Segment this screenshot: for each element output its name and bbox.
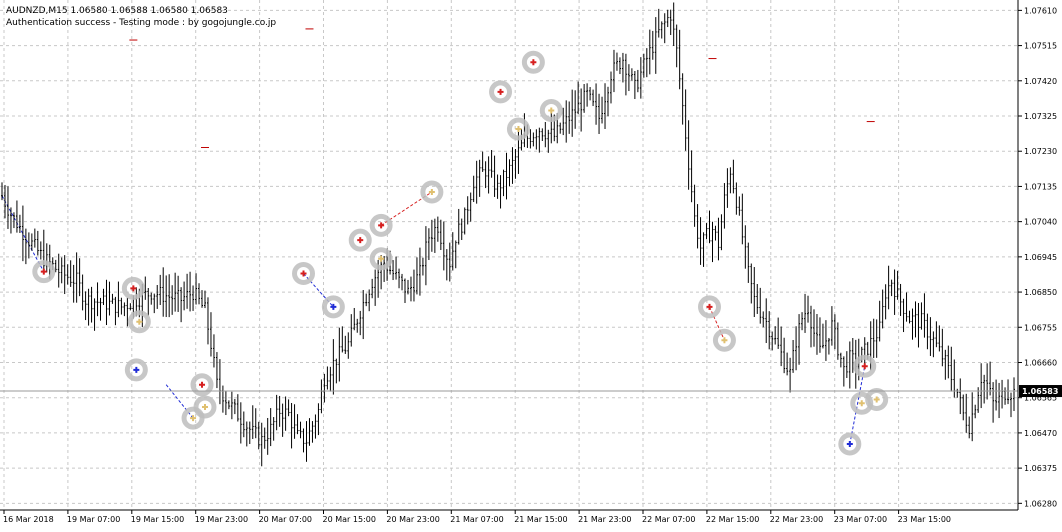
y-tick-label: 1.07135 xyxy=(1024,182,1057,191)
trade-marker-close xyxy=(548,107,555,114)
trade-markers xyxy=(32,50,889,456)
x-tick-label: 19 Mar 15:00 xyxy=(131,515,184,524)
trade-marker-buy xyxy=(706,303,713,310)
trade-marker-close xyxy=(136,318,143,325)
y-tick-label: 1.06755 xyxy=(1024,323,1057,332)
trade-marker-buy xyxy=(497,88,504,95)
trade-marker-buy-open xyxy=(133,366,140,373)
x-tick-label: 19 Mar 23:00 xyxy=(195,515,248,524)
symbol-ohlc-header: AUDNZD,M15 1.06580 1.06588 1.06580 1.065… xyxy=(6,6,228,16)
chart-window[interactable]: 1.06583 1.07610 1.07515 1.07420 1.07325 1.07… xyxy=(0,0,1062,532)
y-tick-label: 1.06565 xyxy=(1024,394,1057,403)
trade-marker-sell xyxy=(40,268,47,275)
y-tick-label: 1.06660 xyxy=(1024,358,1057,367)
y-tick-label: 1.06470 xyxy=(1024,429,1057,438)
grid xyxy=(0,0,1018,510)
trade-marker-close xyxy=(201,403,208,410)
trade-marker-close xyxy=(428,188,435,195)
x-tick-label: 19 Mar 07:00 xyxy=(67,515,120,524)
x-tick-label: 22 Mar 23:00 xyxy=(770,515,823,524)
current-price-line: 1.06583 xyxy=(0,385,1062,398)
trade-marker-buy-open xyxy=(846,441,853,448)
y-tick-label: 1.06280 xyxy=(1024,499,1057,508)
y-tick-label: 1.07515 xyxy=(1024,42,1057,51)
x-tick-label: 20 Mar 15:00 xyxy=(323,515,376,524)
x-tick-label: 21 Mar 23:00 xyxy=(578,515,631,524)
y-tick-label: 1.06375 xyxy=(1024,464,1057,473)
x-tick-label: 21 Mar 07:00 xyxy=(450,515,503,524)
y-tick-label: 1.07325 xyxy=(1024,112,1057,121)
y-tick-label: 1.07420 xyxy=(1024,77,1057,86)
ea-status-text: Authentication success - Testing mode : … xyxy=(6,18,277,28)
trade-marker-close xyxy=(858,400,865,407)
y-tick-label: 1.07230 xyxy=(1024,147,1057,156)
trade-marker-sell xyxy=(199,381,206,388)
x-tick-label: 23 Mar 07:00 xyxy=(834,515,887,524)
x-tick-label: 22 Mar 15:00 xyxy=(706,515,759,524)
trade-marker-close xyxy=(190,415,197,422)
x-tick-label: 21 Mar 15:00 xyxy=(514,515,567,524)
trade-marker-buy xyxy=(378,222,385,229)
trade-marker-buy xyxy=(357,237,364,244)
x-tick-label: 16 Mar 2018 xyxy=(3,515,54,524)
trade-marker-buy xyxy=(861,363,868,370)
x-tick-label: 22 Mar 07:00 xyxy=(642,515,695,524)
trade-line xyxy=(165,384,194,419)
y-tick-label: 1.06850 xyxy=(1024,288,1057,297)
trade-marker-close xyxy=(721,337,728,344)
x-tick-label: 23 Mar 15:00 xyxy=(898,515,951,524)
x-tick-label: 20 Mar 23:00 xyxy=(386,515,439,524)
trade-marker-buy xyxy=(530,59,537,66)
trade-marker-close xyxy=(515,125,522,132)
trade-marker-buy xyxy=(130,285,137,292)
price-chart[interactable]: 1.06583 1.07610 1.07515 1.07420 1.07325 1.07… xyxy=(0,0,1062,532)
y-tick-label: 1.07040 xyxy=(1024,218,1057,227)
y-tick-label: 1.06945 xyxy=(1024,253,1057,262)
x-tick-label: 20 Mar 07:00 xyxy=(259,515,312,524)
y-tick-label: 1.07610 xyxy=(1024,6,1057,15)
